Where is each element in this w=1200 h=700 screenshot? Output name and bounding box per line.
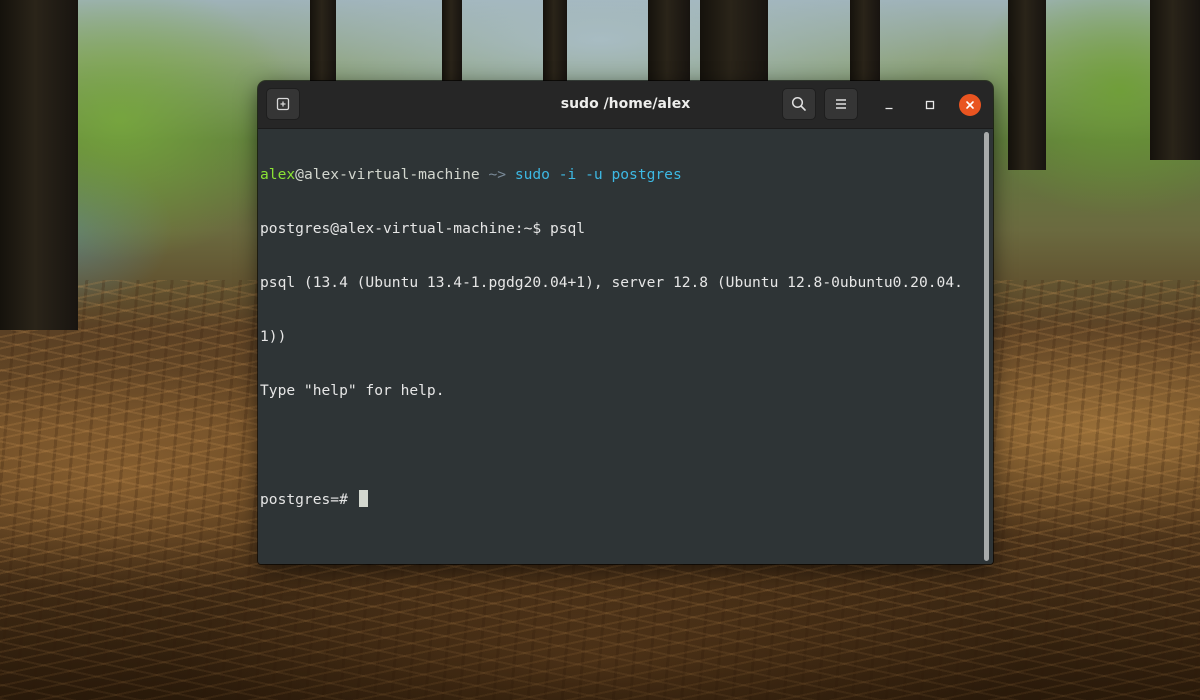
wallpaper-tree-trunk xyxy=(850,0,880,90)
minimize-icon xyxy=(885,107,893,110)
terminal-output-area[interactable]: alex@alex-virtual-machine ~> sudo -i -u … xyxy=(258,129,993,564)
wallpaper-tree-trunk xyxy=(648,0,690,90)
hamburger-menu-icon xyxy=(836,99,846,109)
wallpaper-tree-trunk xyxy=(310,0,336,90)
menu-button[interactable] xyxy=(824,88,858,120)
new-tab-icon xyxy=(276,97,290,111)
new-tab-button[interactable] xyxy=(266,88,300,120)
prompt-user: alex xyxy=(260,166,296,183)
prompt-command: sudo -i -u postgres xyxy=(506,166,682,183)
terminal-line: alex@alex-virtual-machine ~> sudo -i -u … xyxy=(260,166,982,184)
wallpaper-tree-trunk xyxy=(700,0,768,90)
vertical-scrollbar[interactable] xyxy=(983,132,991,561)
terminal-line: Type "help" for help. xyxy=(260,382,445,399)
psql-prompt: postgres=# xyxy=(260,491,357,508)
prompt-host: @alex-virtual-machine xyxy=(295,166,480,183)
terminal-line: psql (13.4 (Ubuntu 13.4-1.pgdg20.04+1), … xyxy=(260,274,963,291)
minimize-button[interactable] xyxy=(878,94,900,116)
wallpaper-tree-trunk xyxy=(543,0,567,90)
wallpaper-tree-trunk xyxy=(0,0,78,330)
wallpaper-tree-trunk xyxy=(1008,0,1046,170)
wallpaper-tree-trunk xyxy=(1150,0,1200,160)
window-title: sudo /home/alex xyxy=(560,96,691,112)
wallpaper-shadow xyxy=(0,540,1200,700)
search-button[interactable] xyxy=(782,88,816,120)
scrollbar-thumb[interactable] xyxy=(984,132,989,561)
wallpaper-tree-trunk xyxy=(442,0,462,90)
close-button[interactable] xyxy=(959,94,981,116)
search-icon xyxy=(791,96,806,111)
terminal-line: 1)) xyxy=(260,328,287,345)
header-bar[interactable]: sudo /home/alex xyxy=(258,81,993,129)
close-icon xyxy=(966,101,974,109)
terminal-window[interactable]: sudo /home/alex alex@alex-virtual-machin… xyxy=(258,81,993,564)
terminal-line: postgres@alex-virtual-machine:~$ psql xyxy=(260,220,586,237)
text-cursor xyxy=(358,490,368,507)
maximize-button[interactable] xyxy=(919,94,941,116)
terminal-input-line[interactable]: postgres=# xyxy=(260,490,982,508)
terminal-text: alex@alex-virtual-machine ~> sudo -i -u … xyxy=(260,130,982,544)
maximize-icon xyxy=(925,100,935,110)
prompt-path: ~> xyxy=(479,166,507,183)
